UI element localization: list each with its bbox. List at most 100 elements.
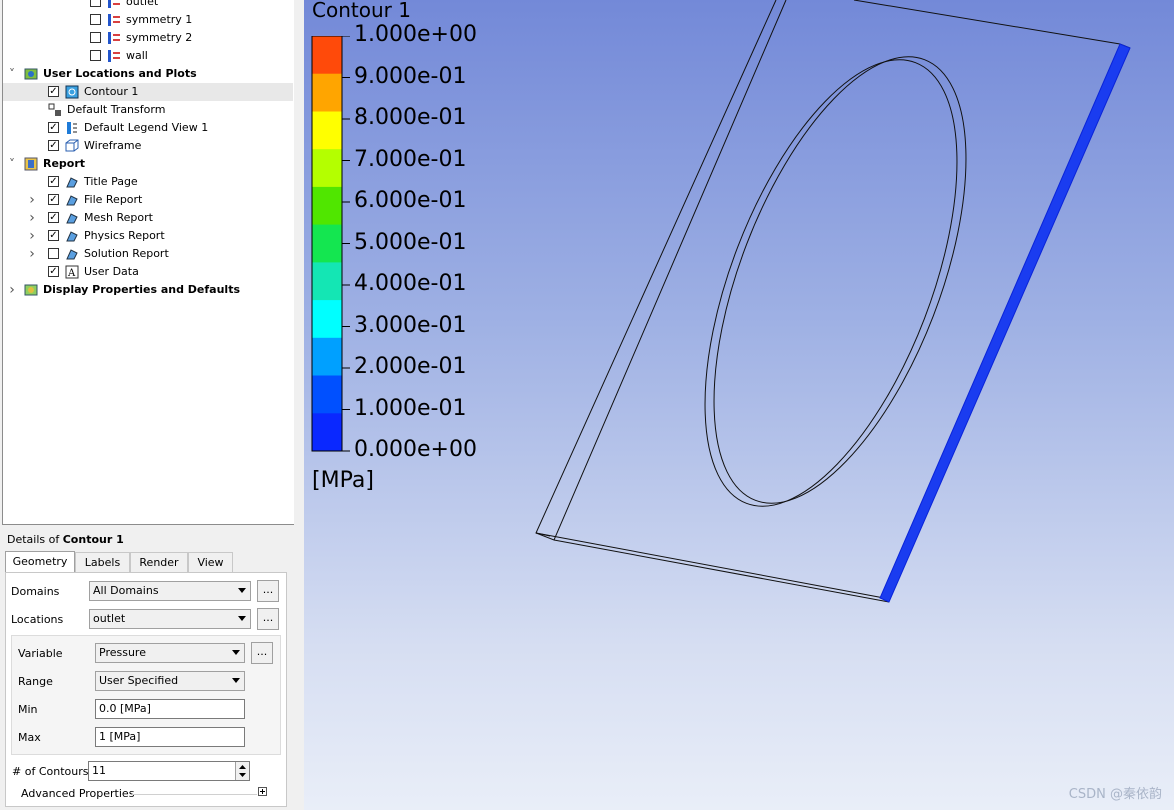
tree-item[interactable]: ✓ A User Data [3,263,293,281]
variable-select[interactable]: Pressure [95,643,245,663]
legend-color-band [312,375,342,414]
chevron-right-icon[interactable]: › [27,245,37,263]
report-item-icon [66,249,78,260]
tree-item[interactable]: ˅ User Locations and Plots [3,65,293,83]
visibility-checkbox[interactable] [90,0,101,7]
tree-item[interactable]: ✓ Default Legend View 1 [3,119,293,137]
tree-item[interactable]: › Display Properties and Defaults [3,281,293,299]
tree-item[interactable]: › Solution Report [3,245,293,263]
splitter[interactable] [294,0,304,810]
3d-viewer[interactable]: Contour 1 1.000e+00 9.000e-01 8.000e-01 7.0… [304,0,1174,810]
legend-color-band [312,186,342,226]
legend-color-band [312,73,342,112]
visibility-checkbox[interactable]: ✓ [48,86,59,97]
tree-item[interactable]: › ✓ File Report [3,191,293,209]
tree-item-label: User Data [84,265,139,278]
tree-item[interactable]: symmetry 2 [3,29,293,47]
tree-item[interactable]: symmetry 1 [3,11,293,29]
visibility-checkbox[interactable]: ✓ [48,212,59,223]
legend-tick-label: 4.000e-01 [354,271,467,296]
legend-color-band [312,111,342,150]
chevron-down-icon [238,616,246,621]
legend-tick-label: 5.000e-01 [354,229,467,255]
domains-more-button[interactable]: ... [257,580,279,602]
tree-item[interactable]: outlet [3,0,293,11]
tree-item[interactable]: ✓ Title Page [3,173,293,191]
domains-value: All Domains [93,584,159,597]
tree-item-label: User Locations and Plots [43,67,197,80]
chevron-down-icon[interactable]: ˅ [7,65,17,83]
visibility-checkbox[interactable] [90,14,101,25]
details-object-name: Contour 1 [62,533,124,546]
tree-item[interactable]: › ✓ Physics Report [3,227,293,245]
visibility-checkbox[interactable]: ✓ [48,176,59,187]
locations-select[interactable]: outlet [89,609,251,629]
tree-item-label: Default Legend View 1 [84,121,209,134]
tree-item-label: Mesh Report [84,211,153,224]
chevron-right-icon[interactable]: › [27,191,37,209]
chevron-right-icon[interactable]: › [7,281,17,299]
tree-item[interactable]: ✓ Wireframe [3,137,293,155]
domains-label: Domains [11,585,60,598]
wireframe-icon [65,139,79,152]
spin-buttons[interactable] [235,762,249,780]
chevron-down-icon [232,678,240,683]
tree-item[interactable]: › ✓ Mesh Report [3,209,293,227]
max-label: Max [18,731,41,744]
tree-item-label: Title Page [84,175,138,188]
tree-item[interactable]: wall [3,47,293,65]
min-field[interactable]: 0.0 [MPa] [95,699,245,719]
legend-tick-label: 6.000e-01 [354,188,467,213]
chevron-down-icon [232,650,240,655]
legend-tick-label: 0.000e+00 [354,437,477,462]
domains-select[interactable]: All Domains [89,581,251,601]
variable-label: Variable [18,647,63,660]
locations-more-button[interactable]: ... [257,608,279,630]
tab-geometry[interactable]: Geometry [5,551,75,573]
user-data-icon: A [65,265,79,279]
visibility-checkbox[interactable]: ✓ [48,230,59,241]
contours-label: # of Contours [12,765,89,778]
transform-icon [48,103,61,116]
range-label: Range [18,675,53,688]
legend-tick-label: 3.000e-01 [354,312,467,338]
outline-tree[interactable]: outlet symmetry 1 symmetry 2 wall ˅ User Loca… [2,0,295,525]
legend-color-band [312,300,342,339]
advanced-divider [132,794,257,795]
tree-item-label: Report [43,157,86,170]
boundary-icon [108,32,120,44]
plus-icon [260,789,265,794]
tree-item-label: outlet [126,0,159,8]
chevron-right-icon[interactable]: › [27,227,37,245]
legend-color-band [312,36,342,75]
geometry-panel: Domains All Domains ... Locations outlet… [5,572,287,807]
max-field[interactable]: 1 [MPa] [95,727,245,747]
tree-item-label: symmetry 1 [126,13,193,26]
variable-more-button[interactable]: ... [251,642,273,664]
visibility-checkbox[interactable] [48,248,59,259]
tree-item[interactable]: ✓ Contour 1 [3,83,293,101]
visibility-checkbox[interactable]: ✓ [48,122,59,133]
visibility-checkbox[interactable]: ✓ [48,140,59,151]
expand-icon[interactable] [258,787,267,796]
visibility-checkbox[interactable]: ✓ [48,266,59,277]
user-locations-icon [24,68,38,80]
chevron-right-icon[interactable]: › [27,209,37,227]
tab-labels[interactable]: Labels [75,552,130,572]
tree-item[interactable]: Default Transform [3,101,293,119]
tab-view[interactable]: View [188,552,233,572]
legend-color-bar [311,36,350,452]
chevron-down-icon[interactable]: ˅ [7,155,17,173]
tab-render[interactable]: Render [130,552,188,572]
visibility-checkbox[interactable]: ✓ [48,194,59,205]
legend-color-band [312,413,342,452]
outlet-contour [879,43,1131,603]
range-select[interactable]: User Specified [95,671,245,691]
tree-item-label: Contour 1 [84,85,139,98]
contours-stepper[interactable]: 11 [88,761,250,781]
visibility-checkbox[interactable] [90,32,101,43]
tree-item[interactable]: ˅ Report [3,155,293,173]
visibility-checkbox[interactable] [90,50,101,61]
left-panel: outlet symmetry 1 symmetry 2 wall ˅ User Loca… [0,0,304,810]
tree-item-label: Display Properties and Defaults [43,283,241,296]
